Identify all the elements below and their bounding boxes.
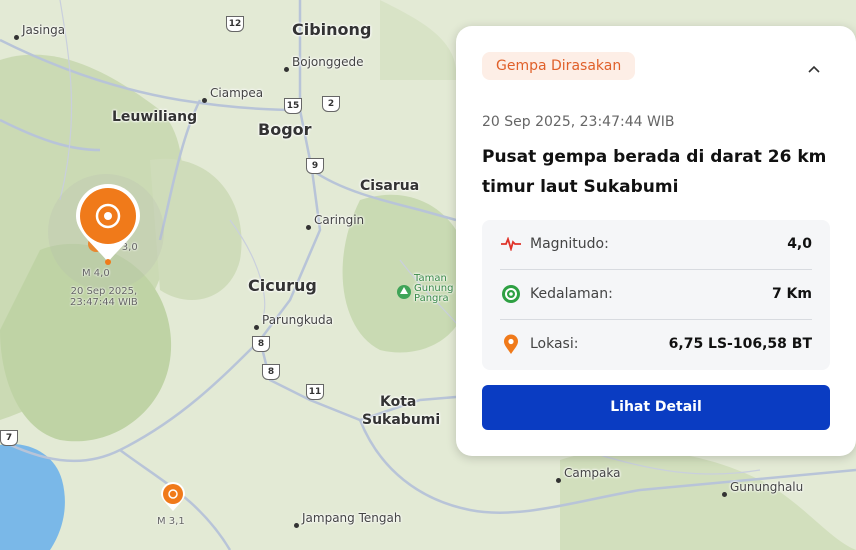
road-shield: 7 (0, 430, 18, 446)
location-label: Lokasi: (530, 336, 579, 352)
place-dot (284, 67, 289, 72)
magnitude-row: Magnitudo: 4,0 (500, 220, 812, 268)
place-label: Kota (380, 394, 417, 410)
chevron-up-icon[interactable] (808, 64, 820, 76)
place-dot (722, 492, 727, 497)
park-label: Taman Gunung Pangra (414, 273, 454, 304)
place-label: Leuwiliang (112, 109, 198, 125)
depth-row: Kedalaman: 7 Km (500, 270, 812, 318)
place-dot (556, 478, 561, 483)
place-label: Cicurug (248, 276, 317, 295)
park-icon (397, 285, 411, 299)
location-row: Lokasi: 6,75 LS-106,58 BT (500, 320, 812, 368)
place-label: Cibinong (292, 20, 372, 39)
road-shield: 9 (306, 158, 324, 174)
place-label: Jampang Tengah (302, 511, 402, 525)
depth-label: Kedalaman: (530, 286, 613, 302)
place-label: Cisarua (360, 178, 420, 194)
location-pin-icon (500, 333, 522, 355)
road-shield: 12 (226, 16, 244, 32)
place-label: Bojonggede (292, 55, 364, 69)
place-dot (294, 523, 299, 528)
depth-value: 7 Km (771, 286, 812, 302)
road-shield: 15 (284, 98, 302, 114)
place-dot (306, 225, 311, 230)
location-value: 6,75 LS-106,58 BT (668, 336, 812, 352)
quake-datetime-label: 20 Sep 2025, 23:47:44 WIB (70, 286, 138, 308)
event-datetime: 20 Sep 2025, 23:47:44 WIB (482, 114, 675, 130)
magnitude-label: Magnitudo: (530, 236, 609, 252)
place-label: Gununghalu (730, 480, 804, 494)
quake-label-m3-1: M 3,1 (157, 516, 185, 527)
place-dot (202, 98, 207, 103)
road-shield: 11 (306, 384, 324, 400)
place-label: Parungkuda (262, 313, 333, 327)
details-box: Magnitudo: 4,0 Kedalaman: 7 Km Lokasi: 6… (482, 220, 830, 370)
place-dot (14, 35, 19, 40)
quake-marker-m3-1[interactable] (160, 482, 186, 512)
place-label: Caringin (314, 213, 365, 227)
view-detail-button[interactable]: Lihat Detail (482, 385, 830, 430)
earthquake-info-card: Gempa Dirasakan 20 Sep 2025, 23:47:44 WI… (456, 26, 856, 456)
felt-earthquake-badge: Gempa Dirasakan (482, 52, 636, 80)
place-label: Bogor (258, 120, 312, 139)
event-title: Pusat gempa berada di darat 26 km timur … (482, 147, 827, 197)
quake-label-m4-0: M 4,0 (82, 268, 110, 279)
magnitude-value: 4,0 (787, 236, 812, 252)
road-shield: 8 (252, 336, 270, 352)
place-dot (254, 325, 259, 330)
place-label: Ciampea (210, 86, 264, 100)
place-label: Sukabumi (362, 412, 441, 428)
road-shield: 8 (262, 364, 280, 380)
place-label: Campaka (564, 466, 621, 480)
quake-marker-selected[interactable] (73, 182, 143, 266)
target-icon (500, 283, 522, 305)
road-shield: 2 (322, 96, 340, 112)
pulse-icon (500, 233, 522, 255)
place-label: Jasinga (22, 23, 66, 37)
